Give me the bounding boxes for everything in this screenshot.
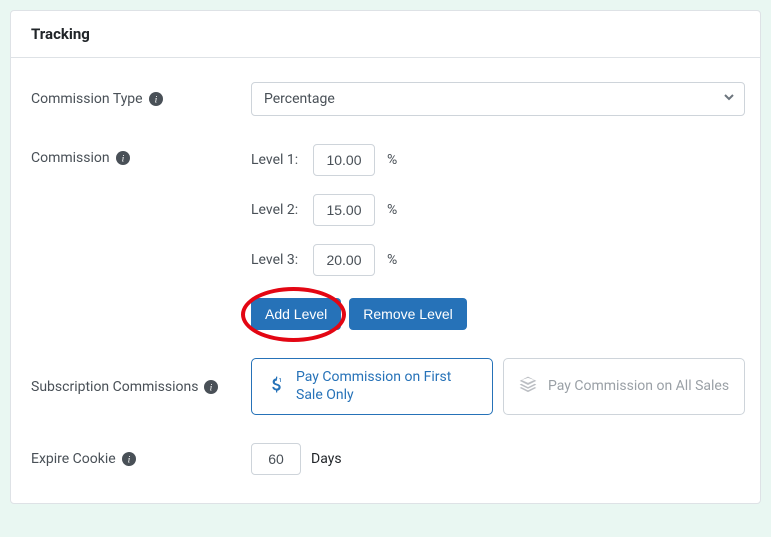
- level-button-row: Add Level Remove Level: [251, 298, 740, 330]
- level-unit: %: [387, 202, 397, 218]
- label-commission: Commission i: [31, 144, 251, 166]
- add-level-button[interactable]: Add Level: [251, 298, 341, 330]
- row-expire-cookie: Expire Cookie i Days: [31, 443, 740, 475]
- info-icon[interactable]: i: [204, 380, 218, 394]
- info-icon[interactable]: i: [116, 151, 130, 165]
- info-icon[interactable]: i: [149, 92, 163, 106]
- level-unit: %: [387, 152, 397, 168]
- commission-type-select-wrap: Percentage: [251, 82, 745, 116]
- panel-body: Commission Type i Percentage Comm: [11, 58, 760, 503]
- dollar-first-icon: 1: [266, 375, 286, 399]
- expire-cookie-input[interactable]: [251, 443, 301, 475]
- label-commission-type: Commission Type i: [31, 91, 251, 107]
- remove-level-button[interactable]: Remove Level: [349, 298, 467, 330]
- label-commission-text: Commission: [31, 150, 110, 166]
- option-all-text: Pay Commission on All Sales: [548, 378, 729, 396]
- level-1-input[interactable]: [313, 144, 375, 176]
- label-expire-cookie: Expire Cookie i: [31, 451, 251, 467]
- info-icon[interactable]: i: [122, 452, 136, 466]
- label-subscription: Subscription Commissions i: [31, 379, 251, 395]
- control-commission-type: Percentage: [251, 82, 745, 116]
- commission-level-row: Level 2: %: [251, 194, 740, 226]
- row-commission-type: Commission Type i Percentage: [31, 82, 740, 116]
- control-subscription: 1 Pay Commission on First Sale Only Pay …: [251, 358, 745, 415]
- label-commission-type-text: Commission Type: [31, 91, 143, 107]
- row-subscription: Subscription Commissions i 1 Pay Commiss…: [31, 358, 740, 415]
- svg-text:i: i: [121, 154, 124, 165]
- control-expire-cookie: Days: [251, 443, 740, 475]
- commission-level-row: Level 1: %: [251, 144, 740, 176]
- level-unit: %: [387, 252, 397, 268]
- panel-header: Tracking: [11, 11, 760, 58]
- level-label: Level 3:: [251, 252, 305, 268]
- svg-text:i: i: [127, 455, 130, 466]
- level-label: Level 1:: [251, 152, 305, 168]
- layers-icon: [518, 375, 538, 399]
- level-2-input[interactable]: [313, 194, 375, 226]
- label-subscription-text: Subscription Commissions: [31, 379, 198, 395]
- level-3-input[interactable]: [313, 244, 375, 276]
- commission-type-select[interactable]: Percentage: [251, 82, 745, 116]
- svg-text:1: 1: [279, 378, 282, 384]
- option-first-text: Pay Commission on First Sale Only: [296, 369, 478, 404]
- level-label: Level 2:: [251, 202, 305, 218]
- panel-title: Tracking: [31, 25, 740, 43]
- option-first-sale[interactable]: 1 Pay Commission on First Sale Only: [251, 358, 493, 415]
- expire-cookie-unit: Days: [311, 451, 342, 467]
- svg-text:i: i: [154, 95, 157, 106]
- control-commission: Level 1: % Level 2: % Level 3: % Add Lev…: [251, 144, 740, 330]
- label-expire-cookie-text: Expire Cookie: [31, 451, 116, 467]
- commission-level-row: Level 3: %: [251, 244, 740, 276]
- row-commission: Commission i Level 1: % Level 2: % Level: [31, 144, 740, 330]
- svg-text:i: i: [210, 382, 213, 393]
- subscription-options: 1 Pay Commission on First Sale Only Pay …: [251, 358, 745, 415]
- tracking-panel: Tracking Commission Type i Percentage: [10, 10, 761, 504]
- expire-cookie-row: Days: [251, 443, 740, 475]
- option-all-sales[interactable]: Pay Commission on All Sales: [503, 358, 745, 415]
- commission-type-value: Percentage: [264, 91, 335, 107]
